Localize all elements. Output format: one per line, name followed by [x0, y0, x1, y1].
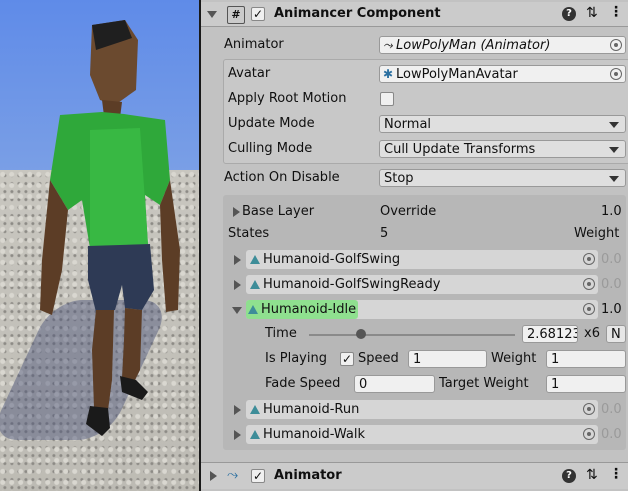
- object-picker-icon[interactable]: [610, 39, 622, 51]
- time-slider-track[interactable]: [309, 334, 515, 336]
- state-weight: 0.0: [601, 402, 622, 417]
- is-playing-label: Is Playing: [265, 351, 327, 366]
- target-weight-field[interactable]: 1: [546, 375, 626, 393]
- menu-icon[interactable]: ⋮: [609, 5, 623, 19]
- chevron-down-icon: [609, 147, 619, 153]
- speed-label: Speed: [358, 351, 399, 366]
- animator-component-header[interactable]: ⤳ ✓ Animator ? ⇅ ⋮: [201, 462, 628, 489]
- states-count: 5: [380, 226, 389, 241]
- animation-clip-icon: [250, 280, 260, 289]
- action-on-disable-label: Action On Disable: [224, 170, 340, 185]
- state-name: Humanoid-Idle: [261, 302, 357, 317]
- foldout-arrow-icon[interactable]: [210, 471, 217, 481]
- avatar-label: Avatar: [228, 66, 271, 81]
- component-title: Animancer Component: [274, 6, 441, 21]
- object-picker-icon[interactable]: [610, 68, 622, 80]
- update-mode-dropdown[interactable]: Normal: [379, 115, 626, 133]
- state-foldout-icon[interactable]: [234, 255, 241, 265]
- settings-icon[interactable]: ⇅: [586, 468, 598, 482]
- state-foldout-icon[interactable]: [234, 280, 241, 290]
- is-playing-checkbox[interactable]: ✓: [340, 352, 354, 366]
- animator-icon: ⤳: [227, 467, 239, 483]
- animator-enabled-checkbox[interactable]: ✓: [251, 469, 265, 483]
- culling-mode-value: Cull Update Transforms: [384, 142, 536, 157]
- state-foldout-icon[interactable]: [234, 405, 241, 415]
- avatar-field[interactable]: ✱ LowPolyManAvatar: [379, 65, 626, 83]
- time-multiplier: x6: [584, 326, 600, 341]
- state-foldout-icon[interactable]: [234, 430, 241, 440]
- state-name: Humanoid-GolfSwingReady: [263, 277, 441, 292]
- animation-clip-icon: [250, 405, 260, 414]
- apply-root-motion-label: Apply Root Motion: [228, 91, 347, 106]
- time-label: Time: [265, 326, 297, 341]
- menu-icon[interactable]: ⋮: [609, 467, 623, 481]
- layer-name[interactable]: Base Layer: [242, 202, 314, 222]
- animator-label: Animator: [224, 37, 284, 52]
- animator-icon: ⤳: [383, 38, 393, 52]
- action-on-disable-dropdown[interactable]: Stop: [379, 169, 626, 187]
- action-on-disable-value: Stop: [384, 171, 414, 186]
- object-picker-icon[interactable]: [583, 253, 595, 265]
- object-picker-icon[interactable]: [583, 278, 595, 290]
- fade-speed-label: Fade Speed: [265, 376, 341, 391]
- object-picker-icon[interactable]: [583, 403, 595, 415]
- animator-title: Animator: [274, 468, 342, 483]
- state-row-idle[interactable]: Humanoid-Idle: [246, 300, 598, 319]
- weight-label: Weight: [491, 351, 537, 366]
- help-icon[interactable]: ?: [562, 469, 576, 483]
- help-icon[interactable]: ?: [562, 7, 576, 21]
- state-row-run[interactable]: Humanoid-Run: [246, 400, 598, 419]
- time-slider-thumb[interactable]: [355, 329, 366, 339]
- layer-weight: 1.0: [601, 204, 622, 219]
- update-mode-value: Normal: [384, 117, 432, 132]
- state-row-golfswingready[interactable]: Humanoid-GolfSwingReady: [246, 275, 598, 294]
- state-name: Humanoid-Run: [263, 402, 360, 417]
- animator-field[interactable]: ⤳ LowPolyMan (Animator): [379, 36, 626, 54]
- state-name: Humanoid-GolfSwing: [263, 252, 401, 267]
- chevron-down-icon: [609, 122, 619, 128]
- state-name: Humanoid-Walk: [263, 427, 365, 442]
- active-state-highlight: Humanoid-Idle: [246, 300, 359, 319]
- avatar-value: LowPolyManAvatar: [396, 67, 518, 82]
- culling-mode-label: Culling Mode: [228, 141, 313, 156]
- state-weight: 1.0: [601, 302, 622, 317]
- scene-view[interactable]: [0, 0, 199, 491]
- component-enabled-checkbox[interactable]: ✓: [251, 7, 265, 21]
- weight-field[interactable]: 1: [546, 350, 626, 368]
- inspector-panel: # ✓ Animancer Component ? ⇅ ⋮ Animator ⤳…: [201, 0, 628, 491]
- target-weight-label: Target Weight: [439, 376, 529, 391]
- script-icon: #: [227, 6, 245, 24]
- animation-clip-icon: [250, 255, 260, 264]
- state-foldout-icon[interactable]: [232, 307, 242, 314]
- weight-header: Weight: [574, 226, 620, 241]
- avatar-icon: ✱: [383, 67, 394, 81]
- state-weight: 0.0: [601, 252, 622, 267]
- apply-root-motion-checkbox[interactable]: [380, 92, 394, 106]
- layer-foldout-icon[interactable]: [233, 207, 240, 217]
- culling-mode-dropdown[interactable]: Cull Update Transforms: [379, 140, 626, 158]
- character-model: [40, 20, 180, 436]
- state-row-walk[interactable]: Humanoid-Walk: [246, 425, 598, 444]
- object-picker-icon[interactable]: [583, 428, 595, 440]
- normalized-toggle-button[interactable]: N: [606, 325, 626, 343]
- state-weight: 0.0: [601, 277, 622, 292]
- time-field[interactable]: 2.68123: [522, 325, 578, 343]
- update-mode-label: Update Mode: [228, 116, 315, 131]
- foldout-arrow-icon[interactable]: [207, 11, 217, 18]
- animation-clip-icon: [250, 430, 260, 439]
- settings-icon[interactable]: ⇅: [586, 6, 598, 20]
- animancer-component-header[interactable]: # ✓ Animancer Component ? ⇅ ⋮: [201, 2, 628, 27]
- object-picker-icon[interactable]: [583, 303, 595, 315]
- fade-speed-field[interactable]: 0: [354, 375, 435, 393]
- animation-clip-icon: [248, 305, 258, 314]
- states-label: States: [228, 226, 270, 241]
- animator-value: LowPolyMan (Animator): [396, 38, 551, 53]
- chevron-down-icon: [609, 176, 619, 182]
- layer-blend: Override: [380, 204, 437, 219]
- state-weight: 0.0: [601, 427, 622, 442]
- state-row-golfswing[interactable]: Humanoid-GolfSwing: [246, 250, 598, 269]
- speed-field[interactable]: 1: [408, 350, 487, 368]
